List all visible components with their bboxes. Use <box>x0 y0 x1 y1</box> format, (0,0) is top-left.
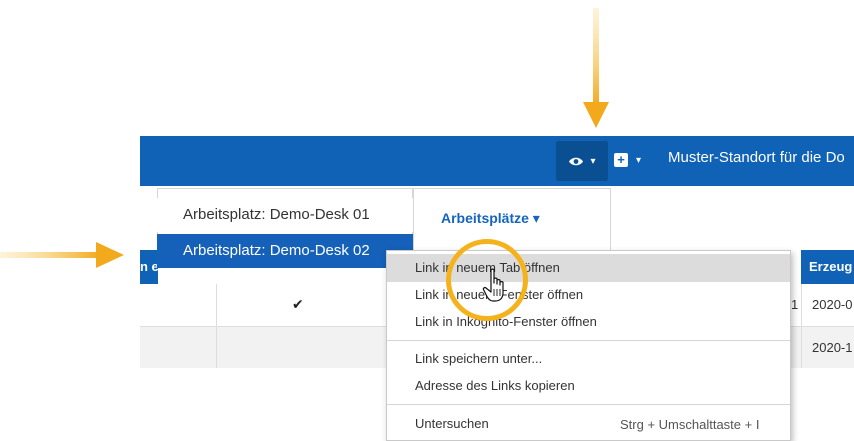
workspace-item-demo-desk-02[interactable]: Arbeitsplatz: Demo-Desk 02 <box>157 234 413 268</box>
plus-square-icon: + <box>614 153 628 167</box>
workspace-item-demo-desk-01[interactable]: Arbeitsplatz: Demo-Desk 01 <box>157 198 413 232</box>
menu-separator <box>387 404 790 405</box>
chevron-down-icon: ▾ <box>590 155 596 167</box>
add-menu-button[interactable]: + ▾ <box>614 148 641 172</box>
table-header-created[interactable]: Erzeug <box>801 250 854 284</box>
table-cell-date: 2020-1 <box>812 340 853 355</box>
menu-separator <box>387 340 790 341</box>
eye-icon <box>569 157 584 165</box>
menu-item-open-incognito[interactable]: Link in Inkognito-Fenster öffnen <box>387 308 790 336</box>
table-cell-date: 2020-0 <box>812 297 853 312</box>
menu-shortcut-inspect: Strg + Umschalttaste + I <box>620 417 760 432</box>
hand-cursor-icon <box>482 268 504 302</box>
location-title[interactable]: Muster-Standort für die Do <box>668 149 845 166</box>
annotation-arrow-down-icon <box>583 8 609 128</box>
column-divider <box>216 284 217 368</box>
column-divider <box>801 284 802 368</box>
annotation-arrow-right-icon <box>0 242 124 268</box>
tab-label[interactable]: Arbeitsplätze ▾ <box>441 210 540 227</box>
menu-item-save-link[interactable]: Link speichern unter... <box>387 345 790 373</box>
table-header-cell[interactable]: n e <box>140 250 158 284</box>
table-cell: 1 <box>791 297 799 312</box>
menu-item-copy-link[interactable]: Adresse des Links kopieren <box>387 372 790 400</box>
chevron-down-icon: ▾ <box>636 154 642 166</box>
view-options-button[interactable]: ▾ <box>556 141 608 181</box>
check-icon: ✔ <box>292 296 304 312</box>
